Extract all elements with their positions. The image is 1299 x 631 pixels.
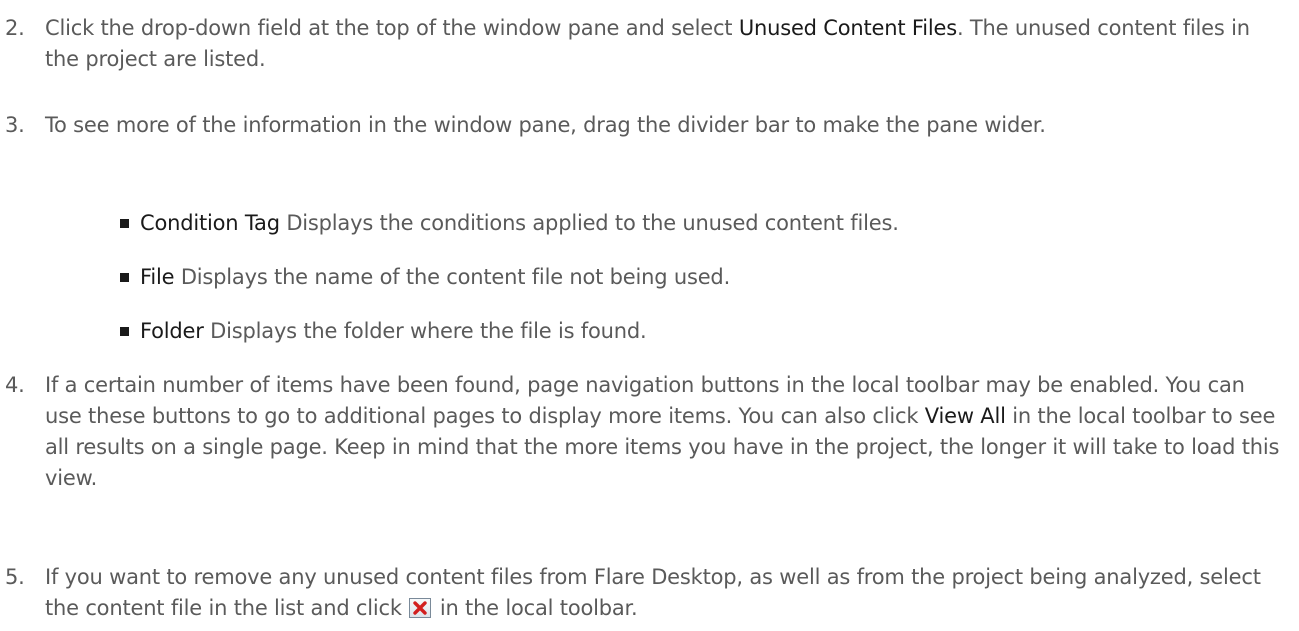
step-text-pre: Click the drop-down field at the top of … <box>45 16 739 40</box>
bullet-square-icon <box>120 219 129 228</box>
delete-x-icon <box>409 598 432 618</box>
step-text: If you want to remove any unused content… <box>45 562 1287 624</box>
bullet-desc: Displays the name of the content file no… <box>174 265 731 289</box>
step-text-pre: If you want to remove any unused content… <box>45 565 1261 620</box>
bullet-term: Condition Tag <box>140 211 280 235</box>
bullet-square-icon <box>120 327 129 336</box>
step-number: 5. <box>5 565 25 589</box>
step-text: Click the drop-down field at the top of … <box>45 13 1287 75</box>
ui-term-unused-content-files: Unused Content Files <box>738 16 957 40</box>
step-number: 2. <box>5 16 25 40</box>
ui-term-view-all: View All <box>924 404 1006 428</box>
bullet-term: Folder <box>140 319 204 343</box>
step-text-post: in the local toolbar. <box>433 596 638 620</box>
bullet-desc: Displays the folder where the file is fo… <box>203 319 647 343</box>
document-page: 2. Click the drop-down field at the top … <box>0 0 1299 631</box>
bullet-term: File <box>140 265 175 289</box>
step-text: To see more of the information in the wi… <box>45 113 1046 137</box>
step-text: If a certain number of items have been f… <box>45 370 1287 494</box>
step-number: 4. <box>5 373 25 397</box>
step-number: 3. <box>5 113 25 137</box>
bullet-square-icon <box>120 273 129 282</box>
bullet-desc: Displays the conditions applied to the u… <box>279 211 899 235</box>
